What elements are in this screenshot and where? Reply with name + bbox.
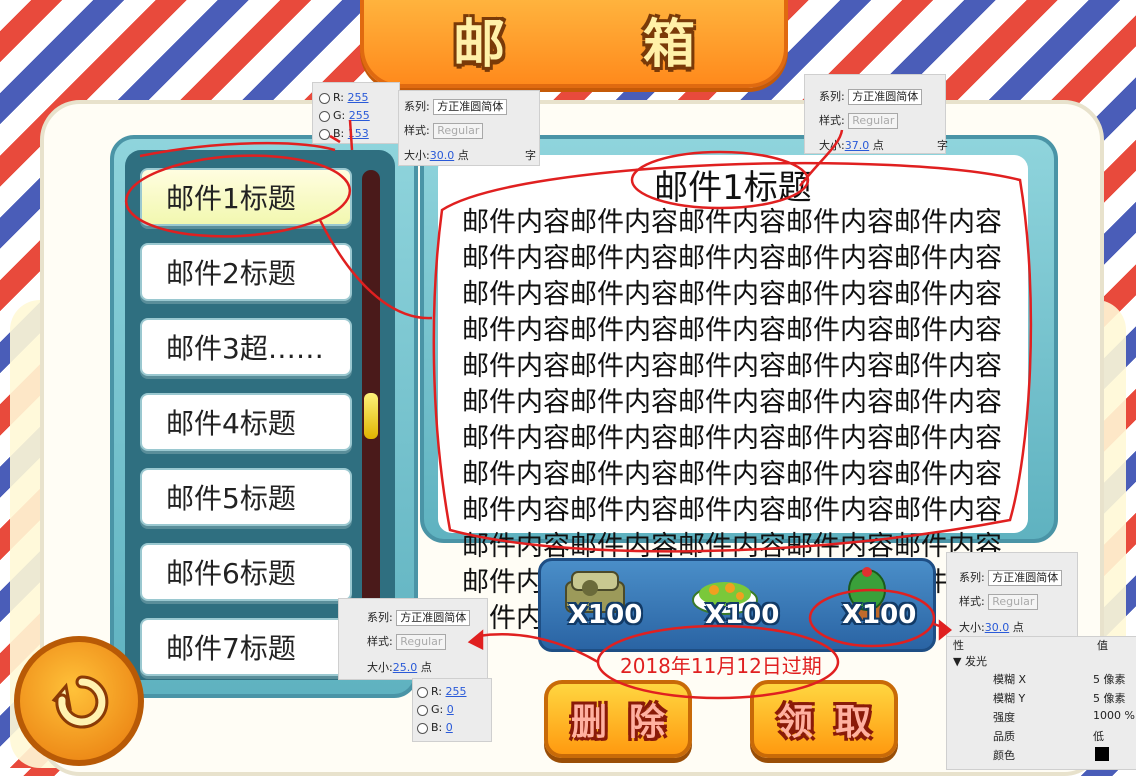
annotation-font-expire: 系列: 方正准圆简体 样式: Regular 大小:25.0 点: [338, 598, 488, 680]
annotation-glow-panel: 性 值 ▼ 发光 模糊 X 5 像素 模糊 Y 5 像素 强度 1000 % 品…: [946, 636, 1136, 770]
mail-list-item-5[interactable]: 邮件5标题: [140, 468, 352, 526]
page-title: 邮 箱: [452, 14, 756, 75]
delete-button[interactable]: 删除: [544, 680, 692, 758]
expire-text: 2018年11月12日过期: [620, 654, 822, 678]
reward-qty-3: X100: [842, 600, 917, 630]
scrollbar-thumb[interactable]: [364, 393, 378, 439]
annotation-font-title: 系列: 方正准圆简体 样式: Regular 大小:37.0 点 字: [804, 74, 948, 154]
mail-list-item-2[interactable]: 邮件2标题: [140, 243, 352, 301]
undo-arrow-icon: [51, 675, 109, 729]
mail-list-item-4[interactable]: 邮件4标题: [140, 393, 352, 451]
back-button[interactable]: [14, 636, 144, 766]
mail-list-item-6[interactable]: 邮件6标题: [140, 543, 352, 601]
reward-qty-2: X100: [705, 600, 780, 630]
title-banner: 邮 箱: [360, 0, 788, 88]
claim-button[interactable]: 领取: [750, 680, 898, 758]
glow-color-swatch: [1095, 747, 1109, 761]
reward-qty-1: X100: [568, 600, 643, 630]
annotation-font-list: 系列: 方正准圆简体 样式: Regular 大小:30.0 点 字: [398, 90, 540, 166]
annotation-font-qty: 系列: 方正准圆简体 样式: Regular 大小:30.0 点: [946, 552, 1078, 638]
mail-title: 邮件1标题: [654, 168, 812, 208]
annotation-color-expire: R: 255 G: 0 B: 0: [412, 678, 492, 742]
mail-list-item-7[interactable]: 邮件7标题: [140, 618, 352, 676]
annotation-color-list: R: 255 G: 255 B: 153: [312, 82, 400, 144]
mail-list-item-1[interactable]: 邮件1标题: [140, 168, 352, 226]
mail-list-item-3[interactable]: 邮件3超……: [140, 318, 352, 376]
